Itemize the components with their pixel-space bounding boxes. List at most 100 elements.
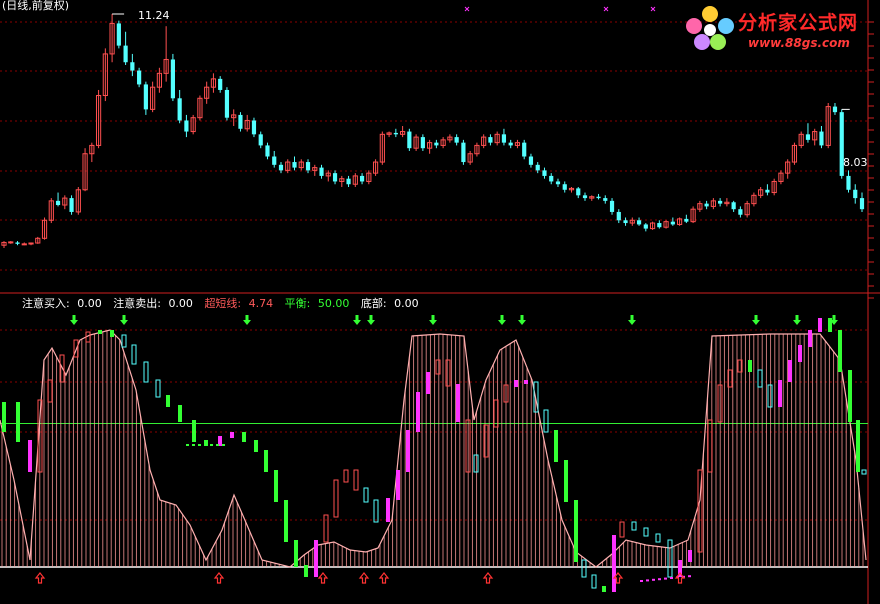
candle-body-down <box>522 142 527 157</box>
sell-arrow-icon <box>793 315 801 325</box>
trend-box <box>619 521 625 538</box>
trend-bar <box>778 380 782 407</box>
short-term-line <box>0 329 867 568</box>
sell-arrow-icon <box>752 315 760 325</box>
trend-bar <box>166 395 170 407</box>
candle-body-down <box>123 45 128 63</box>
period-caption: (日线,前复权) <box>2 0 70 12</box>
trend-box <box>353 469 359 491</box>
trend-box <box>861 469 867 475</box>
candle-body-down <box>555 181 561 185</box>
trend-box <box>643 527 649 537</box>
trend-bar <box>554 430 558 462</box>
trend-dot <box>658 578 661 581</box>
candle-body-down <box>805 134 811 140</box>
trend-bar <box>808 330 812 347</box>
trend-box <box>767 384 773 408</box>
candle-body-down <box>319 167 324 176</box>
candle-body-down <box>670 221 675 225</box>
candle-body-down <box>346 178 351 185</box>
candle-body-down <box>15 242 20 244</box>
candle-body-down <box>488 137 493 143</box>
candle-body-down <box>224 89 230 118</box>
trend-bar <box>274 470 278 502</box>
candle-body-down <box>616 211 621 221</box>
candle-body-down <box>549 175 554 182</box>
trend-dot <box>198 444 201 446</box>
candle-body-down <box>55 200 61 206</box>
candle-body-down <box>501 134 507 143</box>
trend-box <box>143 361 149 383</box>
legend-balance: 平衡: 50.00 <box>284 297 350 310</box>
candle-body-down <box>576 188 581 196</box>
trend-bar <box>612 535 616 592</box>
trend-dot <box>646 579 649 582</box>
sell-arrow-icon <box>367 315 375 325</box>
candle-body-down <box>238 114 243 129</box>
flower-logo-icon <box>686 6 734 50</box>
sell-arrow-icon <box>243 315 251 325</box>
trend-bar <box>396 470 400 500</box>
trend-bar <box>242 432 246 442</box>
candle-body-down <box>393 132 398 135</box>
candle-body-down <box>258 134 263 146</box>
sell-arrow-icon <box>628 315 636 325</box>
logo-title: 分析家公式网 <box>738 12 859 34</box>
candle-body-up <box>21 243 27 246</box>
candle-body-down <box>636 220 642 225</box>
legend-buy-alert: 注意买入: 0.00 <box>22 297 102 310</box>
sell-arrow-icon <box>120 315 128 325</box>
trend-bar <box>264 450 268 472</box>
trend-dot <box>222 444 225 446</box>
trend-bar <box>848 370 852 422</box>
legend-short-term: 超短线: 4.74 <box>204 297 274 310</box>
trend-dot <box>186 444 189 446</box>
logo-url: www.88gs.com <box>748 36 850 50</box>
candle-body-down <box>170 59 175 99</box>
candle-body-down <box>731 202 736 210</box>
candle-body-down <box>684 218 689 222</box>
trend-bar <box>456 384 460 422</box>
candle-body-down <box>819 131 824 146</box>
candle-body-down <box>562 184 567 190</box>
trend-bar <box>426 372 430 394</box>
trend-bar <box>818 318 822 332</box>
candle-body-down <box>332 173 338 182</box>
candle-body-down <box>765 189 770 193</box>
sell-arrow-icon <box>353 315 361 325</box>
trend-bar <box>294 540 298 567</box>
candle-body-down <box>657 223 662 228</box>
candle-body-down <box>718 200 723 204</box>
trend-dot <box>670 577 673 579</box>
candle-body-down <box>265 145 270 157</box>
buy-arrow-icon <box>213 572 225 584</box>
candle-body-up <box>8 241 14 244</box>
trend-dot <box>664 577 667 580</box>
trend-dot <box>640 580 643 582</box>
trend-bar <box>28 440 32 472</box>
trend-box <box>757 369 763 388</box>
trend-box <box>363 487 369 503</box>
trend-bar <box>304 565 308 577</box>
candle-body-down <box>143 84 148 110</box>
sell-arrow-icon <box>429 315 437 325</box>
trend-box <box>323 514 329 543</box>
candle-body-down <box>582 195 588 199</box>
trend-bar <box>574 500 578 562</box>
trend-box <box>333 479 339 518</box>
trend-dot <box>688 575 691 578</box>
trend-bar <box>230 432 234 438</box>
trend-box <box>473 454 479 473</box>
trend-bar <box>788 360 792 382</box>
trend-bar <box>602 586 606 592</box>
candle-body-down <box>434 142 439 146</box>
trend-box <box>121 334 127 348</box>
price-high-label: 11.24 <box>138 9 170 22</box>
sell-arrow-icon <box>518 315 526 325</box>
candle-body-down <box>508 142 513 146</box>
candle-body-down <box>832 106 838 113</box>
candle-body-down <box>859 198 865 210</box>
candle-body-down <box>542 170 547 176</box>
candle-body-down <box>454 137 459 143</box>
trend-bar <box>284 500 288 542</box>
